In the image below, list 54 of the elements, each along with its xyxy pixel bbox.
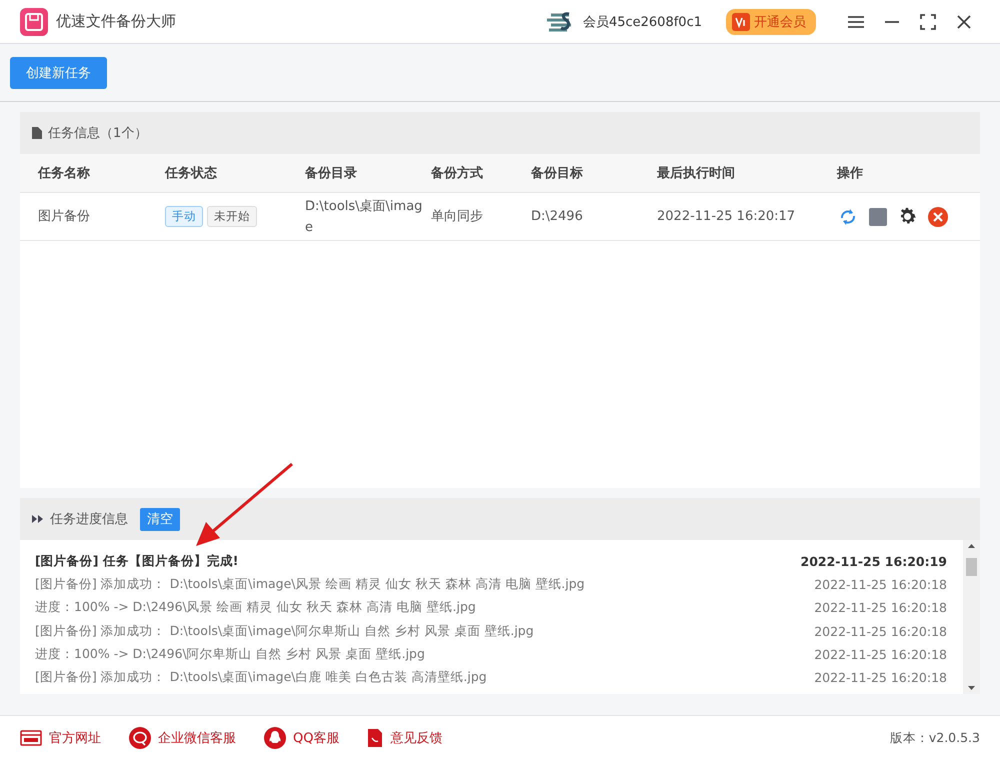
column-header: 最后执行时间 bbox=[657, 164, 736, 182]
log-message: [图片备份] 添加成功： D:\tools\桌面\image\白鹿 唯美 白色古装 高清壁纸.jpg bbox=[35, 669, 487, 686]
footer-link[interactable]: 企业微信客服 bbox=[129, 727, 236, 749]
panel-title: 任务进度信息 bbox=[50, 511, 128, 528]
log-message: 进度：100% -> D:\2496\阿尔卑斯山 自然 乡村 风景 桌面 壁纸.jpg bbox=[35, 646, 425, 663]
close-icon bbox=[957, 14, 971, 28]
scroll-up-icon[interactable] bbox=[968, 544, 975, 548]
panel-title: 任务信息（1个） bbox=[48, 125, 148, 142]
chat-icon bbox=[129, 727, 151, 749]
status-tag: 未开始 bbox=[207, 206, 257, 227]
penguin-icon bbox=[264, 727, 286, 749]
log-time: 2022-11-25 16:20:18 bbox=[814, 600, 947, 616]
delete-button[interactable] bbox=[927, 206, 948, 227]
log-time: 2022-11-25 16:20:18 bbox=[814, 670, 947, 686]
vip-icon bbox=[732, 12, 750, 30]
column-header: 备份方式 bbox=[431, 164, 484, 182]
menu-icon bbox=[848, 14, 864, 28]
footer-link[interactable]: 官方网址 bbox=[20, 729, 101, 747]
source-path: D:\tools\桌面\image bbox=[305, 198, 424, 236]
log-time: 2022-11-25 16:20:18 bbox=[814, 646, 947, 662]
backup-method: 单向同步 bbox=[431, 208, 484, 226]
log-time: 2022-11-25 16:20:18 bbox=[814, 577, 947, 592]
user-name: 会员45ce2608f0c1 bbox=[582, 14, 702, 30]
column-header: 备份目标 bbox=[531, 165, 584, 182]
log-message: [图片备份] 添加成功： D:\tools\桌面\image\阿尔卑斯山 自然 乡村 风景 桌面 壁纸.jpg bbox=[35, 622, 534, 640]
scroll-down-icon[interactable] bbox=[968, 686, 975, 690]
version-label: 版本：v2.0.5.3 bbox=[890, 730, 980, 746]
last-run-time: 2022-11-25 16:20:17 bbox=[657, 208, 796, 226]
log-message: 进度：100% -> D:\2496\风景 绘画 精灵 仙女 秋天 森林 高清 电脑 壁纸.jpg bbox=[35, 599, 476, 616]
clear-button[interactable]: 清空 bbox=[140, 508, 180, 530]
maximize-icon bbox=[920, 14, 936, 30]
column-header: 操作 bbox=[837, 165, 864, 182]
footer-link[interactable]: 意见反馈 bbox=[367, 728, 442, 748]
window-title: 优速文件备份大师 bbox=[56, 12, 177, 31]
column-header: 备份目录 bbox=[305, 165, 358, 182]
double-arrow-icon bbox=[32, 515, 44, 523]
document-icon bbox=[32, 127, 42, 139]
task-name: 图片备份 bbox=[38, 208, 91, 226]
scroll-thumb[interactable] bbox=[966, 558, 977, 576]
footer-link[interactable]: QQ客服 bbox=[264, 727, 340, 749]
column-header: 任务状态 bbox=[165, 165, 218, 182]
create-task-button[interactable]: 创建新任务 bbox=[10, 56, 107, 88]
target-path: D:\2496 bbox=[531, 208, 584, 226]
stop-button[interactable] bbox=[867, 206, 888, 227]
log-message: [图片备份] 添加成功： D:\tools\桌面\image\风景 绘画 精灵 仙女 秋天 森林 高清 电脑 壁纸.jpg bbox=[35, 576, 585, 594]
log-message: [图片备份] 任务【图片备份】完成! bbox=[35, 553, 238, 570]
app-logo-icon bbox=[20, 8, 48, 36]
web-icon bbox=[20, 730, 42, 746]
log-time: 2022-11-25 16:20:18 bbox=[814, 624, 947, 639]
minimize-icon bbox=[885, 20, 899, 22]
mode-tag: 手动 bbox=[165, 206, 203, 227]
column-header: 任务名称 bbox=[38, 165, 91, 182]
document-icon bbox=[367, 728, 384, 748]
log-time: 2022-11-25 16:20:19 bbox=[800, 554, 947, 570]
